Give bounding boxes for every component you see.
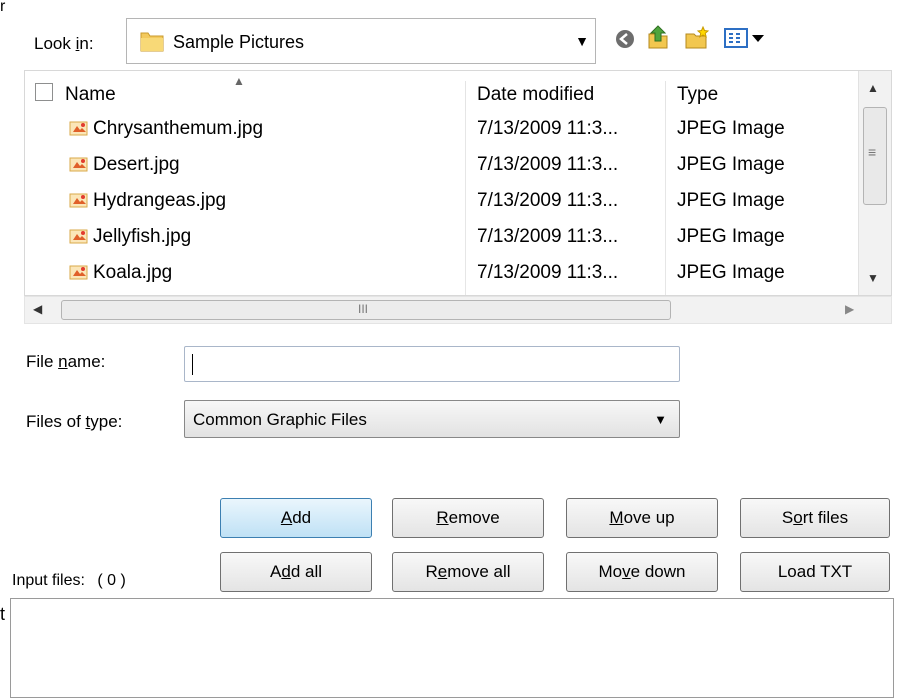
scroll-right-arrow-icon[interactable]: ▶ xyxy=(845,302,854,316)
select-all-checkbox[interactable] xyxy=(35,83,53,101)
view-menu-icon[interactable] xyxy=(724,28,768,53)
scroll-down-arrow-icon[interactable]: ▼ xyxy=(867,271,879,285)
file-type-cell: JPEG Image xyxy=(677,190,785,211)
horizontal-scroll-thumb[interactable]: III xyxy=(61,300,671,320)
date-modified-cell: 7/13/2009 11:3... xyxy=(477,154,619,175)
move-up-button[interactable]: Move up xyxy=(566,498,718,538)
column-header-type[interactable]: Type xyxy=(665,71,861,111)
file-name-cell: Koala.jpg xyxy=(69,255,172,291)
add-all-button[interactable]: Add all xyxy=(220,552,372,592)
text-cursor xyxy=(192,354,193,375)
grip-icon: III xyxy=(358,302,369,316)
date-modified-cell: 7/13/2009 11:3... xyxy=(477,226,619,247)
file-name-cell: Hydrangeas.jpg xyxy=(69,183,226,219)
column-divider[interactable] xyxy=(465,81,466,111)
vertical-scrollbar[interactable]: ▲ ≡ ▼ xyxy=(858,71,891,295)
jpeg-file-icon xyxy=(69,113,89,136)
file-name-label: File name: xyxy=(26,352,106,371)
new-folder-icon[interactable] xyxy=(684,25,710,55)
jpeg-file-icon xyxy=(69,257,89,280)
input-files-label-text: Input files: xyxy=(12,572,85,589)
add-button[interactable]: Add xyxy=(220,498,372,538)
grip-icon: ≡ xyxy=(868,144,877,160)
folder-icon xyxy=(139,29,165,58)
vertical-scroll-thumb[interactable]: ≡ xyxy=(863,107,887,205)
remove-button[interactable]: Remove xyxy=(392,498,544,538)
clipped-text-fragment: r xyxy=(0,0,6,15)
remove-all-button[interactable]: Remove all xyxy=(392,552,544,592)
jpeg-file-icon xyxy=(69,221,89,244)
chevron-down-icon[interactable]: ▼ xyxy=(575,33,589,49)
input-files-label: Input files: ( 0 ) xyxy=(12,572,126,590)
files-of-type-value: Common Graphic Files xyxy=(193,410,367,429)
file-row[interactable]: Desert.jpg 7/13/2009 11:3... JPEG Image xyxy=(25,147,860,183)
chevron-down-icon[interactable]: ▼ xyxy=(654,412,667,427)
column-header-date[interactable]: Date modified xyxy=(465,71,665,111)
move-down-button[interactable]: Move down xyxy=(566,552,718,592)
file-name-cell: Desert.jpg xyxy=(69,147,180,183)
jpeg-file-icon xyxy=(69,185,89,208)
file-type-cell: JPEG Image xyxy=(677,226,785,247)
column-divider[interactable] xyxy=(665,81,666,111)
sort-files-button[interactable]: Sort files xyxy=(740,498,890,538)
up-folder-icon[interactable] xyxy=(646,24,670,55)
file-type-cell: JPEG Image xyxy=(677,118,785,139)
load-txt-button[interactable]: Load TXT xyxy=(740,552,890,592)
date-modified-cell: 7/13/2009 11:3... xyxy=(477,190,619,211)
file-name-text: Koala.jpg xyxy=(93,262,173,283)
look-in-dropdown[interactable]: Sample Pictures ▼ xyxy=(126,18,596,64)
file-type-cell: JPEG Image xyxy=(677,154,785,175)
back-circle-icon[interactable] xyxy=(614,28,636,55)
look-in-label: Look in: xyxy=(34,34,94,53)
file-row[interactable]: Chrysanthemum.jpg 7/13/2009 11:3... JPEG I… xyxy=(25,111,860,147)
file-type-cell: JPEG Image xyxy=(677,262,785,283)
files-of-type-dropdown[interactable]: Common Graphic Files ▼ xyxy=(184,400,680,438)
input-files-count: ( 0 ) xyxy=(97,572,126,589)
clipped-text-fragment: t xyxy=(0,604,6,624)
files-of-type-label: Files of type: xyxy=(26,412,123,431)
sort-ascending-icon: ▲ xyxy=(233,74,245,88)
file-name-input[interactable] xyxy=(184,346,680,382)
file-name-text: Chrysanthemum.jpg xyxy=(93,118,264,139)
file-list[interactable]: Name ▲ Date modified Type Chrysanthemum.… xyxy=(24,70,892,296)
input-files-list[interactable] xyxy=(10,598,894,698)
column-header-name[interactable]: Name ▲ xyxy=(25,71,465,111)
date-modified-cell: 7/13/2009 11:3... xyxy=(477,262,619,283)
file-name-text: Jellyfish.jpg xyxy=(93,226,192,247)
date-modified-cell: 7/13/2009 11:3... xyxy=(477,118,619,139)
file-row[interactable]: Jellyfish.jpg 7/13/2009 11:3... JPEG Image xyxy=(25,219,860,255)
jpeg-file-icon xyxy=(69,149,89,172)
file-name-cell: Chrysanthemum.jpg xyxy=(69,111,263,147)
look-in-value: Sample Pictures xyxy=(173,32,305,52)
file-row[interactable]: Koala.jpg 7/13/2009 11:3... JPEG Image xyxy=(25,255,860,291)
file-name-text: Hydrangeas.jpg xyxy=(93,190,227,211)
file-name-cell: Jellyfish.jpg xyxy=(69,219,191,255)
file-row[interactable]: Hydrangeas.jpg 7/13/2009 11:3... JPEG Imag… xyxy=(25,183,860,219)
scroll-up-arrow-icon[interactable]: ▲ xyxy=(867,81,879,95)
file-name-text: Desert.jpg xyxy=(93,154,180,175)
scroll-left-arrow-icon[interactable]: ◀ xyxy=(33,302,42,316)
horizontal-scrollbar[interactable]: ◀ III ▶ xyxy=(24,296,892,324)
